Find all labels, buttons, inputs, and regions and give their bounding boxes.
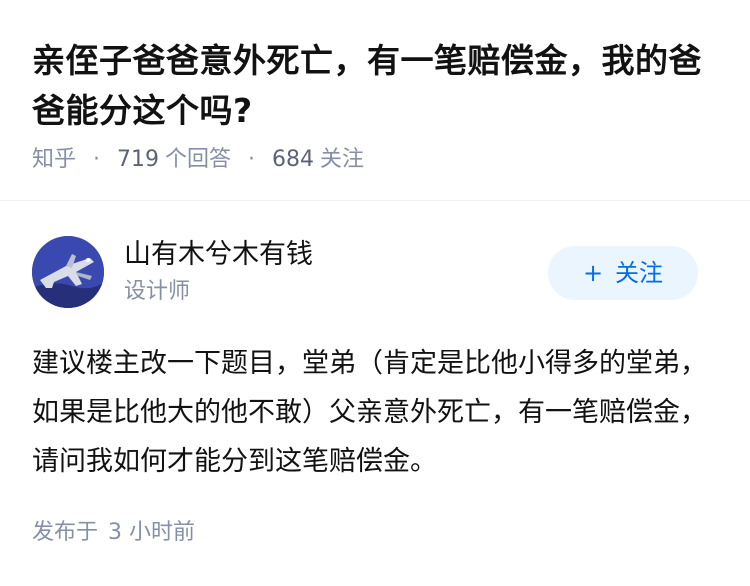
publish-label: 发布于 (32, 520, 99, 545)
follower-count: 684 (272, 147, 315, 172)
follow-button-label: 关注 (615, 259, 664, 287)
author-bio: 设计师 (124, 279, 191, 304)
author-name[interactable]: 山有木兮木有钱 (124, 237, 313, 273)
meta-separator: · (248, 147, 256, 172)
plus-icon: + (582, 259, 604, 287)
answer-count: 719 (117, 147, 160, 172)
follower-count-label: 关注 (320, 147, 365, 172)
author-avatar[interactable] (32, 236, 104, 308)
publish-time-value: 3 小时前 (108, 520, 196, 545)
question-title[interactable]: 亲侄子爸爸意外死亡，有一笔赔偿金，我的爸爸能分这个吗? (32, 36, 722, 136)
answer-count-label: 个回答 (165, 147, 232, 172)
follower-count-link[interactable]: 684 关注 (272, 147, 364, 172)
follow-button[interactable]: + 关注 (548, 246, 698, 300)
source-label[interactable]: 知乎 (32, 147, 76, 172)
answer-card: 山有木兮木有钱 设计师 + 关注 建议楼主改一下题目，堂弟（肯定是比他小得多的堂弟… (0, 201, 750, 586)
meta-separator: · (93, 147, 101, 172)
answer-count-link[interactable]: 719 个回答 (117, 147, 238, 172)
answer-content[interactable]: 建议楼主改一下题目，堂弟（肯定是比他小得多的堂弟，如果是比他大的他不敢）父亲意外… (32, 339, 722, 486)
question-header: 亲侄子爸爸意外死亡，有一笔赔偿金，我的爸爸能分这个吗? 知乎 · 719 个回答 … (0, 0, 750, 200)
avatar-jet-fighter-icon (32, 236, 104, 308)
question-meta: 知乎 · 719 个回答 · 684 关注 (32, 144, 364, 176)
publish-time: 发布于 3 小时前 (32, 517, 195, 549)
